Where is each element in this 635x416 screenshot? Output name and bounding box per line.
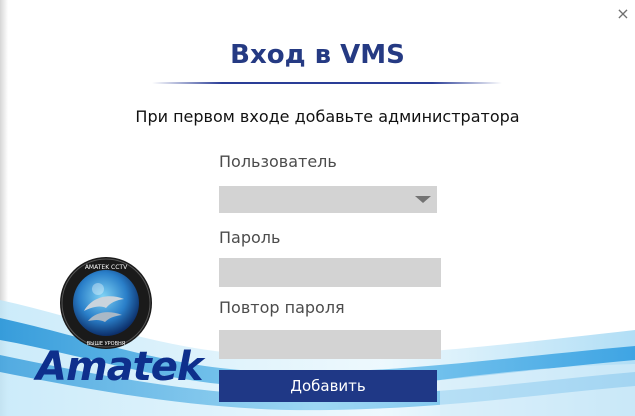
badge-text: AMATEK CCTV xyxy=(85,264,128,271)
username-dropdown[interactable] xyxy=(219,186,437,213)
repeat-password-label: Повтор пароля xyxy=(219,298,345,317)
logo-badge: AMATEK CCTV ВЫШЕ УРОВНЯ xyxy=(60,257,152,349)
dialog-title: Вход в VMS xyxy=(230,40,405,70)
login-dialog: × Вход в VMS При первом входе добавьте а… xyxy=(0,0,635,416)
add-button[interactable]: Добавить xyxy=(219,370,437,402)
close-button[interactable]: × xyxy=(613,4,633,24)
repeat-password-field[interactable] xyxy=(219,330,441,359)
title-underline xyxy=(152,82,502,84)
amatek-logo: Amatek xyxy=(36,344,203,390)
username-label: Пользователь xyxy=(219,152,337,171)
chevron-down-icon[interactable] xyxy=(415,196,431,203)
dialog-subtitle: При первом входе добавьте администратора xyxy=(135,107,520,126)
close-icon: × xyxy=(616,4,630,23)
password-field[interactable] xyxy=(219,258,441,287)
password-label: Пароль xyxy=(219,228,281,247)
